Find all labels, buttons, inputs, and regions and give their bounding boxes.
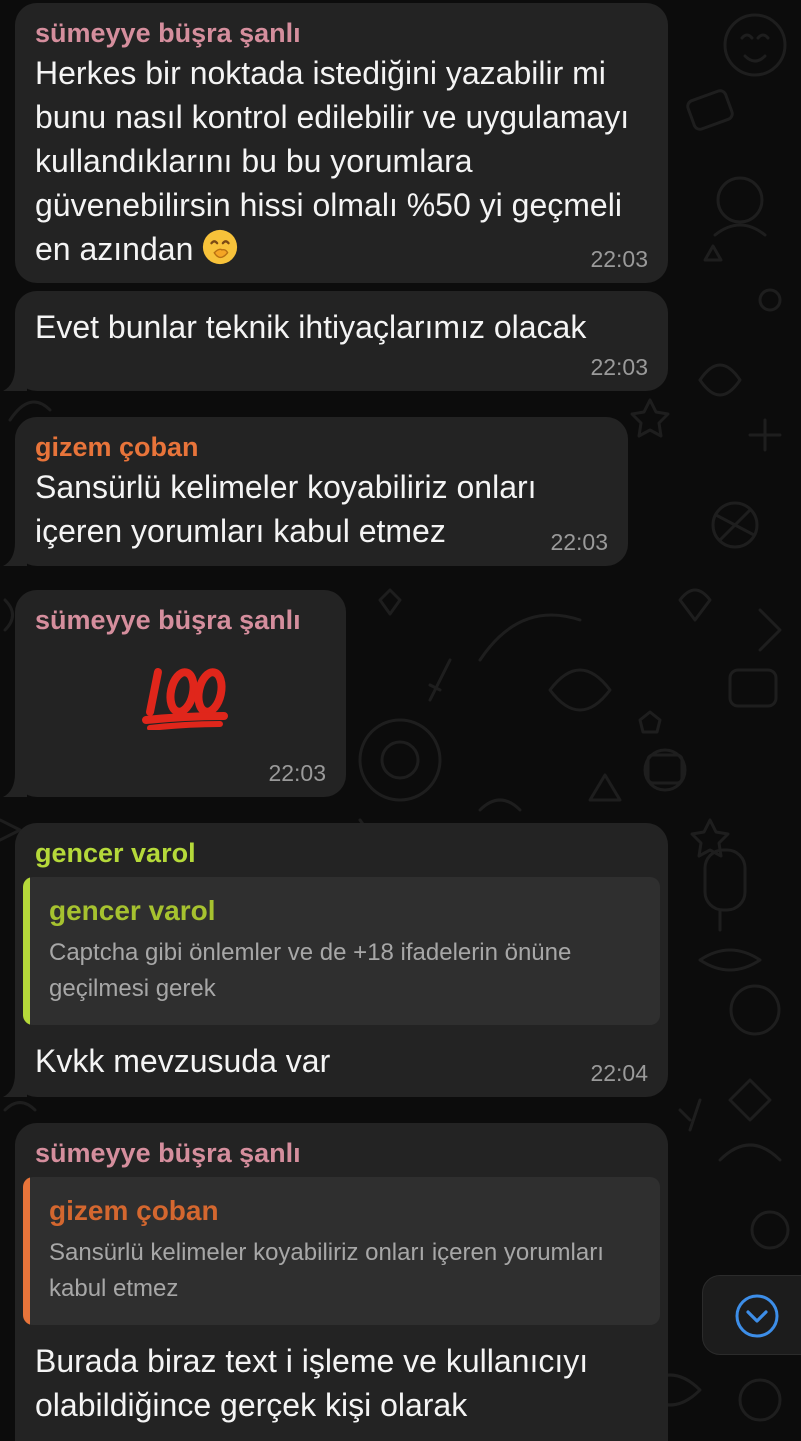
message-sender: sümeyye büşra şanlı [35, 18, 301, 48]
message-sender: sümeyye büşra şanlı [35, 605, 301, 635]
message-sender: sümeyye büşra şanlı [35, 1138, 301, 1168]
reply-quote-bar [23, 1177, 30, 1325]
message-text: Burada biraz text i işleme ve kullanıcıy… [35, 1343, 589, 1423]
bubble-tail [3, 773, 27, 797]
bubble-tail [3, 542, 27, 566]
message-bubble[interactable]: sümeyye büşra şanlı 22:03 [3, 590, 346, 797]
reply-quote-bar [23, 877, 30, 1025]
message-bubble[interactable]: gizem çoban Sansürlü kelimeler koyabilir… [3, 417, 628, 566]
bubble-tail [3, 367, 27, 391]
message-bubble[interactable]: Evet bunlar teknik ihtiyaçlarımız olacak… [3, 291, 668, 391]
reply-quote-sender: gencer varol [49, 895, 216, 926]
reply-quote-sender: gizem çoban [49, 1195, 219, 1226]
message-text: Sansürlü kelimeler koyabiliriz onları iç… [35, 469, 537, 549]
message-text: Evet bunlar teknik ihtiyaçlarımız olacak [35, 309, 587, 345]
reply-quote-text: Sansürlü kelimeler koyabiliriz onları iç… [49, 1239, 604, 1302]
reply-quote[interactable]: gencer varol Captcha gibi önlemler ve de… [23, 877, 660, 1025]
message-bubble[interactable]: sümeyye büşra şanlı gizem çoban Sansürlü… [15, 1123, 668, 1441]
chevron-down-icon [735, 1294, 779, 1338]
scroll-to-bottom-button[interactable] [702, 1275, 801, 1355]
reply-quote[interactable]: gizem çoban Sansürlü kelimeler koyabilir… [23, 1177, 660, 1325]
message-time: 22:03 [550, 529, 608, 555]
message-sender: gizem çoban [35, 432, 199, 462]
face-with-hand-over-mouth-icon [203, 229, 238, 265]
message-text: Herkes bir noktada istediğini yazabilir … [35, 55, 630, 267]
message-time: 22:03 [590, 354, 648, 380]
chat-view[interactable]: sümeyye büşra şanlı Herkes bir noktada i… [0, 0, 801, 1441]
message-time: 22:03 [590, 246, 648, 272]
message-bubble[interactable]: gencer varol gencer varol Captcha gibi ö… [3, 823, 668, 1097]
message-time: 22:04 [590, 1060, 648, 1086]
bubble-tail [3, 1073, 27, 1097]
message-text: Kvkk mevzusuda var [35, 1043, 331, 1079]
message-bubble[interactable]: sümeyye büşra şanlı Herkes bir noktada i… [15, 3, 668, 283]
message-time: 22:03 [268, 760, 326, 786]
message-sender: gencer varol [35, 838, 196, 868]
hundred-points-icon [142, 668, 228, 730]
reply-quote-text: Captcha gibi önlemler ve de +18 ifadeler… [49, 939, 572, 1002]
